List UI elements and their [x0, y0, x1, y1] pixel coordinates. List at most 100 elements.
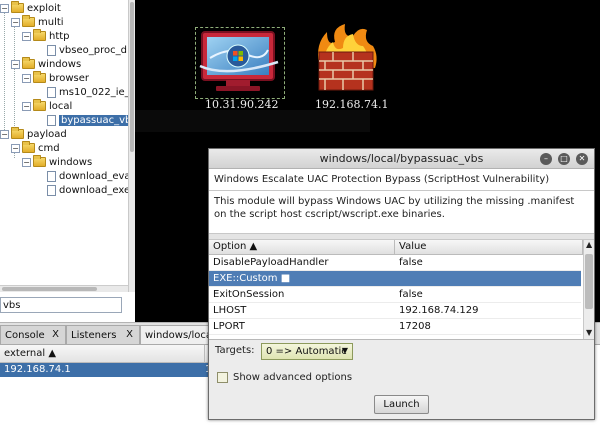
collapse-icon[interactable]: − [0, 3, 9, 13]
close-tab-icon[interactable]: X [52, 329, 59, 340]
tree-node-windows[interactable]: − windows [11, 57, 81, 71]
file-icon [47, 44, 56, 56]
option-name: LPORT [213, 321, 245, 332]
file-icon [47, 170, 56, 182]
minimize-icon[interactable]: – [540, 153, 552, 165]
tree-vertical-scrollbar[interactable] [128, 0, 135, 292]
table-row[interactable]: 192.168.74.1 1 [0, 363, 211, 377]
tree-node-label: bypassuac_vb [59, 114, 128, 126]
folder-icon [22, 15, 35, 27]
tree-node-exploit[interactable]: − exploit [0, 1, 61, 15]
show-advanced-checkbox[interactable] [217, 372, 228, 383]
tree-node-label: download_exe [59, 184, 128, 196]
folder-icon [33, 155, 46, 167]
tree-node-download-exe[interactable]: download_exe [47, 183, 128, 197]
dialog-title-bar[interactable]: windows/local/bypassuac_vbs – □ ✕ [209, 149, 594, 169]
host-192-168-74-1[interactable] [313, 24, 381, 94]
tree-node-browser[interactable]: − browser [22, 71, 89, 85]
tree-node-ms10[interactable]: ms10_022_ie_ [47, 85, 128, 99]
tree-node-cmd[interactable]: − cmd [11, 141, 60, 155]
split-pane-divider[interactable] [209, 233, 594, 240]
tree-node-label: http [49, 30, 70, 42]
tree-node-label: payload [27, 128, 67, 140]
module-tree[interactable]: − exploit − multi − http vbseo_proc_d − … [0, 0, 128, 292]
targets-label: Targets: [215, 345, 255, 356]
collapse-icon[interactable]: − [22, 101, 31, 111]
close-icon[interactable]: ✕ [576, 153, 588, 165]
column-header-option[interactable]: Option ▲ [209, 240, 395, 255]
option-value[interactable]: 192.168.74.129 [399, 305, 479, 316]
option-row[interactable]: LHOST 192.168.74.129 [209, 303, 581, 319]
tab-label: Listeners [71, 329, 117, 341]
folder-icon [22, 141, 35, 153]
collapse-icon[interactable]: − [22, 73, 31, 83]
tree-node-vbseo[interactable]: vbseo_proc_d [47, 43, 127, 57]
tree-node-label: local [49, 100, 73, 112]
collapse-icon[interactable]: − [11, 143, 20, 153]
tab-listeners[interactable]: Listeners X [66, 325, 140, 344]
option-row[interactable]: EXE::Custom ■ [209, 271, 581, 287]
module-name: Windows Escalate UAC Protection Bypass (… [209, 169, 594, 191]
module-search-input[interactable] [0, 297, 122, 313]
options-table: Option ▲ Value DisablePayloadHandler fal… [209, 240, 594, 340]
tree-node-local[interactable]: − local [22, 99, 72, 113]
targets-select[interactable]: 0 => Automatic ▼ [261, 343, 353, 360]
table-cell: 192.168.74.1 [4, 364, 71, 375]
sort-asc-icon: ▲ [48, 348, 57, 359]
collapse-icon[interactable]: − [22, 157, 31, 167]
tab-console[interactable]: Console X [0, 325, 66, 344]
folder-icon [11, 1, 24, 13]
tab-label: windows/local [145, 329, 210, 341]
folder-icon [33, 71, 46, 83]
tab-windows-local[interactable]: windows/local [140, 325, 210, 344]
collapse-icon[interactable]: − [0, 129, 9, 139]
option-value[interactable]: false [399, 289, 423, 300]
option-row[interactable]: DisablePayloadHandler false [209, 255, 581, 271]
option-row[interactable]: LPORT 17208 [209, 319, 581, 335]
scroll-down-icon[interactable]: ▼ [586, 328, 592, 337]
tree-node-label: windows [49, 156, 93, 168]
option-row[interactable]: ExitOnSession false [209, 287, 581, 303]
tree-node-download-eva[interactable]: download_eva [47, 169, 128, 183]
column-header-value[interactable]: Value [395, 240, 583, 255]
collapse-icon[interactable]: − [11, 17, 20, 27]
search-panel [0, 292, 135, 322]
tree-node-bypassuac[interactable]: bypassuac_vb [47, 113, 128, 127]
targets-selected-value: 0 => Automatic [266, 346, 347, 357]
file-icon [47, 114, 56, 126]
tree-node-label: exploit [27, 2, 61, 14]
maximize-icon[interactable]: □ [558, 153, 570, 165]
close-tab-icon[interactable]: X [126, 329, 133, 340]
column-header-external[interactable]: external ▲ [0, 345, 205, 363]
options-scrollbar[interactable]: ▲ ▼ [583, 240, 594, 339]
tree-node-label: browser [49, 72, 90, 84]
option-name: EXE::Custom ■ [213, 273, 291, 284]
tree-node-label: windows [38, 58, 82, 70]
tree-node-label: download_eva [59, 170, 128, 182]
collapse-icon[interactable]: − [11, 59, 20, 69]
module-launch-dialog: windows/local/bypassuac_vbs – □ ✕ Window… [208, 148, 595, 420]
tree-node-label: cmd [38, 142, 60, 154]
graph-overlay-bar [135, 110, 370, 132]
folder-icon [22, 57, 35, 69]
launch-button[interactable]: Launch [374, 395, 429, 414]
collapse-icon[interactable]: − [22, 31, 31, 41]
show-advanced-label[interactable]: Show advanced options [233, 372, 352, 383]
scroll-up-icon[interactable]: ▲ [586, 240, 592, 249]
option-value[interactable]: 17208 [399, 321, 431, 332]
option-value[interactable]: false [399, 257, 423, 268]
host-10-31-90-242[interactable] [195, 27, 285, 99]
tree-horizontal-scrollbar[interactable] [0, 285, 128, 292]
tree-node-label: ms10_022_ie_ [59, 86, 128, 98]
folder-icon [11, 127, 24, 139]
module-description: This module will bypass Windows UAC by u… [209, 191, 594, 233]
folder-icon [33, 29, 46, 41]
tree-node-http[interactable]: − http [22, 29, 70, 43]
file-icon [47, 184, 56, 196]
tree-node-multi[interactable]: − multi [11, 15, 64, 29]
folder-icon [33, 99, 46, 111]
option-name: LHOST [213, 305, 247, 316]
option-name: DisablePayloadHandler [213, 257, 329, 268]
tree-node-payload[interactable]: − payload [0, 127, 67, 141]
tree-node-windows-payload[interactable]: − windows [22, 155, 92, 169]
